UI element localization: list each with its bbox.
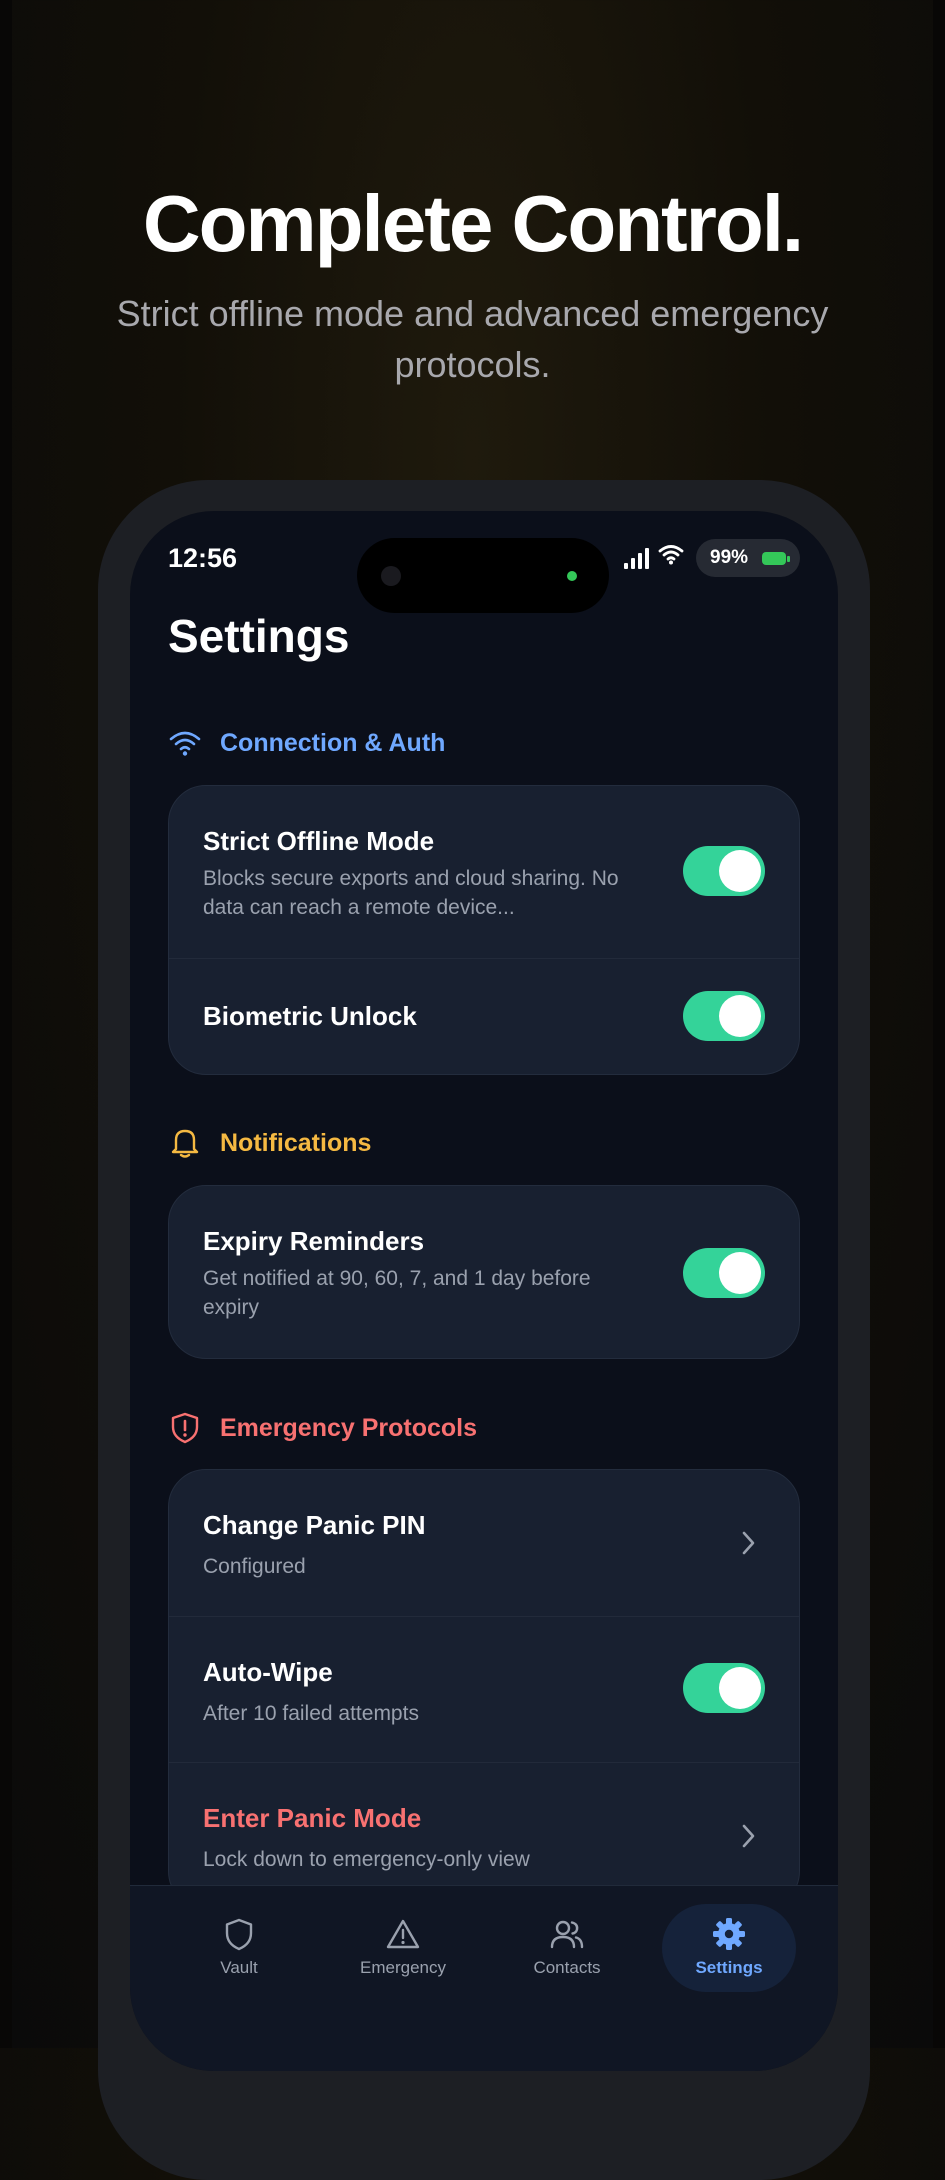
row-title: Strict Offline Mode xyxy=(203,826,435,856)
dynamic-island xyxy=(357,538,609,613)
row-subtitle: Lock down to emergency-only view xyxy=(203,1848,530,1871)
row-subtitle: Get notified at 90, 60, 7, and 1 day bef… xyxy=(203,1267,591,1319)
card-emergency: Change Panic PIN Configured Auto-Wipe Af… xyxy=(168,1469,800,1909)
bell-icon xyxy=(168,1126,202,1160)
card-notifications: Expiry Reminders Get notified at 90, 60,… xyxy=(168,1185,800,1359)
wifi-icon xyxy=(658,543,684,570)
strict-offline-toggle[interactable] xyxy=(683,846,765,896)
biometric-unlock-toggle[interactable] xyxy=(683,991,765,1041)
row-change-panic-pin[interactable]: Change Panic PIN Configured xyxy=(169,1470,799,1616)
tab-label: Vault xyxy=(220,1958,258,1977)
tab-vault[interactable]: Vault xyxy=(172,1904,306,1992)
row-subtitle: Configured xyxy=(203,1555,306,1578)
row-expiry-reminders[interactable]: Expiry Reminders Get notified at 90, 60,… xyxy=(169,1186,799,1358)
page-title: Settings xyxy=(168,610,350,662)
battery-indicator: 99% xyxy=(696,539,800,577)
battery-percent: 99% xyxy=(710,547,749,568)
warning-icon xyxy=(386,1919,420,1949)
row-biometric-unlock[interactable]: Biometric Unlock xyxy=(169,958,799,1074)
promo-subheadline: Strict offline mode and advanced emergen… xyxy=(116,293,829,385)
right-edge xyxy=(933,0,945,2048)
row-title: Enter Panic Mode xyxy=(203,1803,422,1833)
gear-icon xyxy=(713,1918,745,1950)
section-title-connection: Connection & Auth xyxy=(220,728,446,757)
row-auto-wipe[interactable]: Auto-Wipe After 10 failed attempts xyxy=(169,1616,799,1762)
tab-bar: Vault Emergency Contacts Settings xyxy=(130,1885,838,2071)
row-title: Biometric Unlock xyxy=(203,1001,417,1031)
status-time: 12:56 xyxy=(168,543,238,573)
tab-label: Emergency xyxy=(360,1958,446,1977)
privacy-indicator-icon xyxy=(567,571,577,581)
wifi-icon xyxy=(168,726,202,760)
tab-label: Contacts xyxy=(533,1958,601,1977)
row-title: Auto-Wipe xyxy=(203,1657,333,1687)
chevron-right-icon xyxy=(742,1824,755,1848)
tab-label: Settings xyxy=(695,1958,763,1977)
row-subtitle: Blocks secure exports and cloud sharing.… xyxy=(203,867,619,919)
battery-icon xyxy=(762,552,786,565)
card-connection: Strict Offline Mode Blocks secure export… xyxy=(168,785,800,1075)
section-header-connection: Connection & Auth xyxy=(168,723,445,763)
expiry-reminders-toggle[interactable] xyxy=(683,1248,765,1298)
auto-wipe-toggle[interactable] xyxy=(683,1663,765,1713)
tab-settings[interactable]: Settings xyxy=(662,1904,796,1992)
row-title: Expiry Reminders xyxy=(203,1226,425,1256)
section-header-emergency: Emergency Protocols xyxy=(168,1408,477,1448)
shield-icon xyxy=(225,1918,253,1951)
section-title-emergency: Emergency Protocols xyxy=(220,1413,478,1442)
left-edge xyxy=(0,0,12,2048)
chevron-right-icon xyxy=(742,1531,755,1555)
tab-contacts[interactable]: Contacts xyxy=(500,1904,634,1992)
signal-icon xyxy=(624,547,654,569)
contacts-icon xyxy=(550,1920,584,1949)
phone-screen: 12:56 99% Settings Connection & Auth Str… xyxy=(130,511,838,2071)
shield-alert-icon xyxy=(168,1411,202,1445)
promo-headline: Complete Control. xyxy=(142,179,804,268)
tab-emergency[interactable]: Emergency xyxy=(336,1904,470,1992)
section-header-notifications: Notifications xyxy=(168,1123,371,1163)
row-strict-offline-mode[interactable]: Strict Offline Mode Blocks secure export… xyxy=(169,786,799,958)
camera-icon xyxy=(381,566,401,586)
row-title: Change Panic PIN xyxy=(203,1510,426,1540)
section-title-notifications: Notifications xyxy=(220,1128,372,1157)
row-subtitle: After 10 failed attempts xyxy=(203,1702,419,1725)
